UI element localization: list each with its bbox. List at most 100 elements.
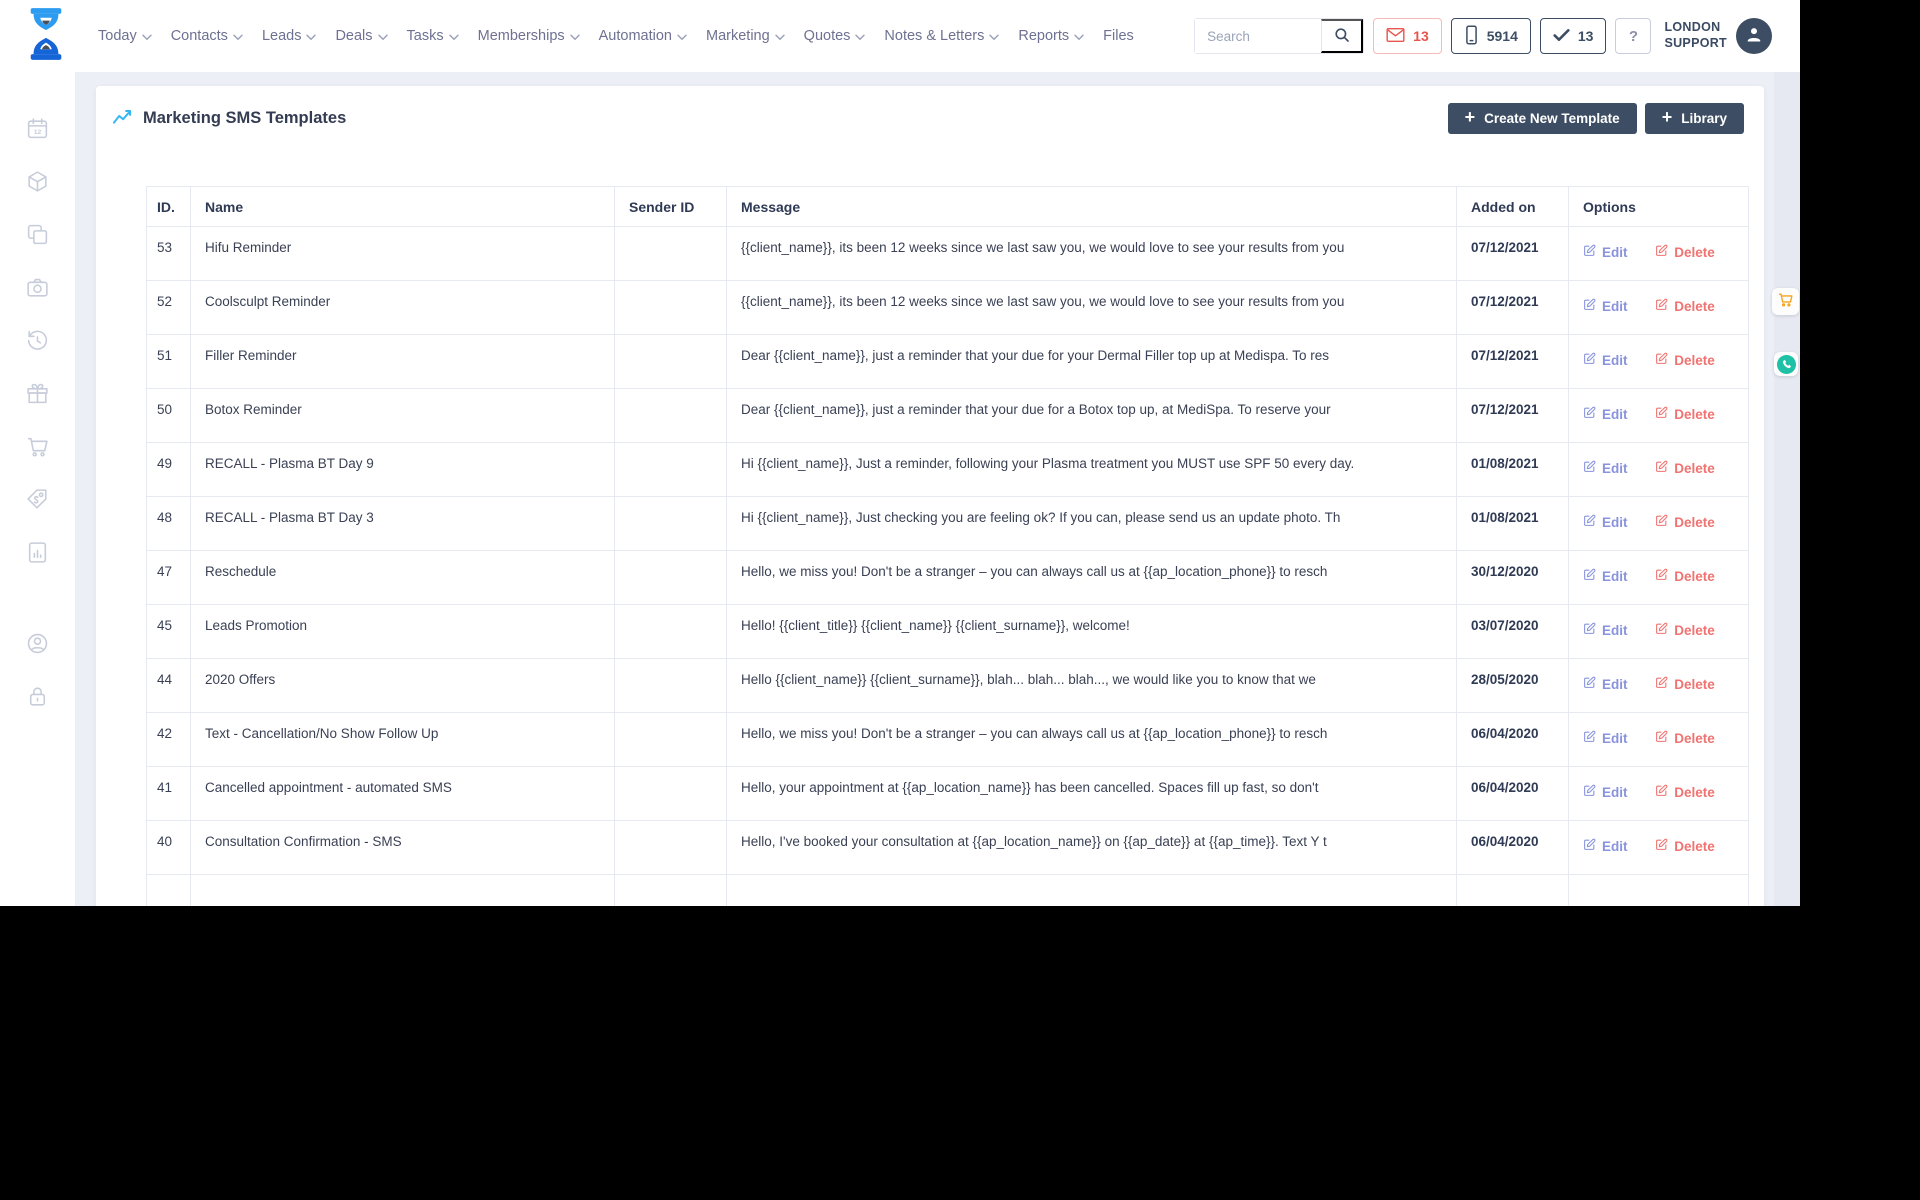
sms-credits-badge[interactable]: 5914 — [1450, 18, 1531, 54]
create-new-template-button[interactable]: + Create New Template — [1447, 102, 1637, 134]
edit-button[interactable]: Edit — [1583, 406, 1628, 422]
lock-icon[interactable] — [25, 684, 50, 709]
nav-item-tasks[interactable]: Tasks — [407, 28, 459, 44]
trending-up-chart-icon — [112, 106, 133, 130]
copy-icon[interactable] — [25, 222, 50, 247]
app-logo[interactable] — [24, 5, 68, 68]
main-nav-menu: Today Contacts Leads Deals Tasks Members… — [98, 28, 1134, 44]
delete-button[interactable]: Delete — [1655, 568, 1715, 584]
row-sender-id — [614, 604, 727, 659]
nav-item-quotes[interactable]: Quotes — [804, 28, 866, 44]
row-message: Dear {{client_name}}, just a reminder th… — [726, 334, 1457, 389]
cart-icon[interactable] — [25, 434, 50, 459]
history-icon[interactable] — [25, 328, 50, 353]
row-id: 42 — [146, 712, 191, 767]
chevron-down-icon — [233, 34, 243, 41]
row-sender-id — [614, 820, 727, 875]
delete-button[interactable]: Delete — [1655, 784, 1715, 800]
row-id: 52 — [146, 280, 191, 335]
edit-button[interactable]: Edit — [1583, 622, 1628, 638]
edit-button[interactable]: Edit — [1583, 298, 1628, 314]
row-added-on: 01/08/2021 — [1456, 496, 1569, 551]
nav-item-leads[interactable]: Leads — [262, 28, 317, 44]
delete-button[interactable]: Delete — [1655, 352, 1715, 368]
whatsapp-widget-button[interactable] — [1774, 352, 1798, 376]
row-added-on: 28/05/2020 — [1456, 658, 1569, 713]
delete-button[interactable]: Delete — [1655, 730, 1715, 746]
edit-button[interactable]: Edit — [1583, 730, 1628, 746]
edit-button[interactable]: Edit — [1583, 352, 1628, 368]
delete-button[interactable]: Delete — [1655, 676, 1715, 692]
main-content: Marketing SMS Templates + Create New Tem… — [76, 72, 1800, 906]
row-sender-id — [614, 280, 727, 335]
delete-button[interactable]: Delete — [1655, 298, 1715, 314]
calendar-icon[interactable]: 12 — [25, 116, 50, 141]
row-message: Hello {{client_name}} {{client_surname}}… — [726, 658, 1457, 713]
edit-pencil-icon — [1583, 406, 1596, 422]
delete-pencil-icon — [1655, 352, 1668, 368]
help-button[interactable]: ? — [1615, 18, 1652, 54]
delete-pencil-icon — [1655, 622, 1668, 638]
row-added-on: 06/04/2020 — [1456, 820, 1569, 875]
row-options: Edit Delete — [1568, 820, 1749, 875]
row-added-on: 07/12/2021 — [1456, 280, 1569, 335]
row-message: {{client_name}}, its been 12 weeks since… — [726, 280, 1457, 335]
delete-button[interactable]: Delete — [1655, 838, 1715, 854]
delete-pencil-icon — [1655, 460, 1668, 476]
gift-icon[interactable] — [25, 381, 50, 406]
tasks-badge[interactable]: 13 — [1539, 18, 1607, 54]
library-button[interactable]: + Library — [1644, 102, 1744, 134]
edit-button[interactable]: Edit — [1583, 460, 1628, 476]
chevron-down-icon — [142, 34, 152, 41]
row-options: Edit Delete — [1568, 226, 1749, 281]
nav-item-notes-letters[interactable]: Notes & Letters — [884, 28, 1000, 44]
cart-widget-button[interactable] — [1772, 288, 1799, 315]
nav-item-contacts[interactable]: Contacts — [171, 28, 243, 44]
row-id: 44 — [146, 658, 191, 713]
table-row: 52 Coolsculpt Reminder {{client_name}}, … — [146, 280, 1749, 335]
chevron-down-icon — [377, 34, 388, 41]
delete-button[interactable]: Delete — [1655, 460, 1715, 476]
row-name: Hifu Reminder — [190, 226, 615, 281]
edit-button[interactable]: Edit — [1583, 568, 1628, 584]
svg-text:12: 12 — [34, 129, 42, 136]
account-icon[interactable] — [25, 631, 50, 656]
mobile-phone-icon — [1464, 25, 1479, 48]
messages-count: 13 — [1413, 28, 1429, 44]
nav-item-today[interactable]: Today — [98, 28, 152, 44]
search-button[interactable] — [1321, 19, 1364, 53]
vertical-scrollbar[interactable] — [1774, 72, 1800, 906]
row-sender-id — [614, 388, 727, 443]
nav-item-automation[interactable]: Automation — [599, 28, 687, 44]
delete-pencil-icon — [1655, 730, 1668, 746]
camera-icon[interactable] — [25, 275, 50, 300]
delete-button[interactable]: Delete — [1655, 244, 1715, 260]
price-tag-icon[interactable] — [25, 487, 50, 512]
delete-pencil-icon — [1655, 244, 1668, 260]
edit-button[interactable]: Edit — [1583, 676, 1628, 692]
row-added-on: 07/12/2021 — [1456, 226, 1569, 281]
nav-item-files[interactable]: Files — [1103, 28, 1134, 44]
delete-button[interactable]: Delete — [1655, 514, 1715, 530]
edit-button[interactable]: Edit — [1583, 838, 1628, 854]
user-avatar[interactable] — [1736, 18, 1772, 54]
nav-item-marketing[interactable]: Marketing — [706, 28, 785, 44]
messages-badge[interactable]: 13 — [1373, 18, 1442, 54]
whatsapp-phone-icon — [1776, 354, 1796, 374]
package-icon[interactable] — [25, 169, 50, 194]
nav-item-memberships[interactable]: Memberships — [478, 28, 580, 44]
delete-button[interactable]: Delete — [1655, 406, 1715, 422]
table-row: 47 Reschedule Hello, we miss you! Don't … — [146, 550, 1749, 605]
edit-button[interactable]: Edit — [1583, 784, 1628, 800]
nav-item-reports[interactable]: Reports — [1018, 28, 1084, 44]
table-row: 45 Leads Promotion Hello! {{client_title… — [146, 604, 1749, 659]
checkmark-icon — [1553, 28, 1570, 45]
delete-button[interactable]: Delete — [1655, 622, 1715, 638]
nav-item-deals[interactable]: Deals — [335, 28, 388, 44]
search-input[interactable] — [1195, 19, 1322, 53]
report-icon[interactable] — [25, 540, 50, 565]
edit-button[interactable]: Edit — [1583, 514, 1628, 530]
edit-button[interactable]: Edit — [1583, 244, 1628, 260]
row-sender-id — [614, 226, 727, 281]
delete-pencil-icon — [1655, 298, 1668, 314]
